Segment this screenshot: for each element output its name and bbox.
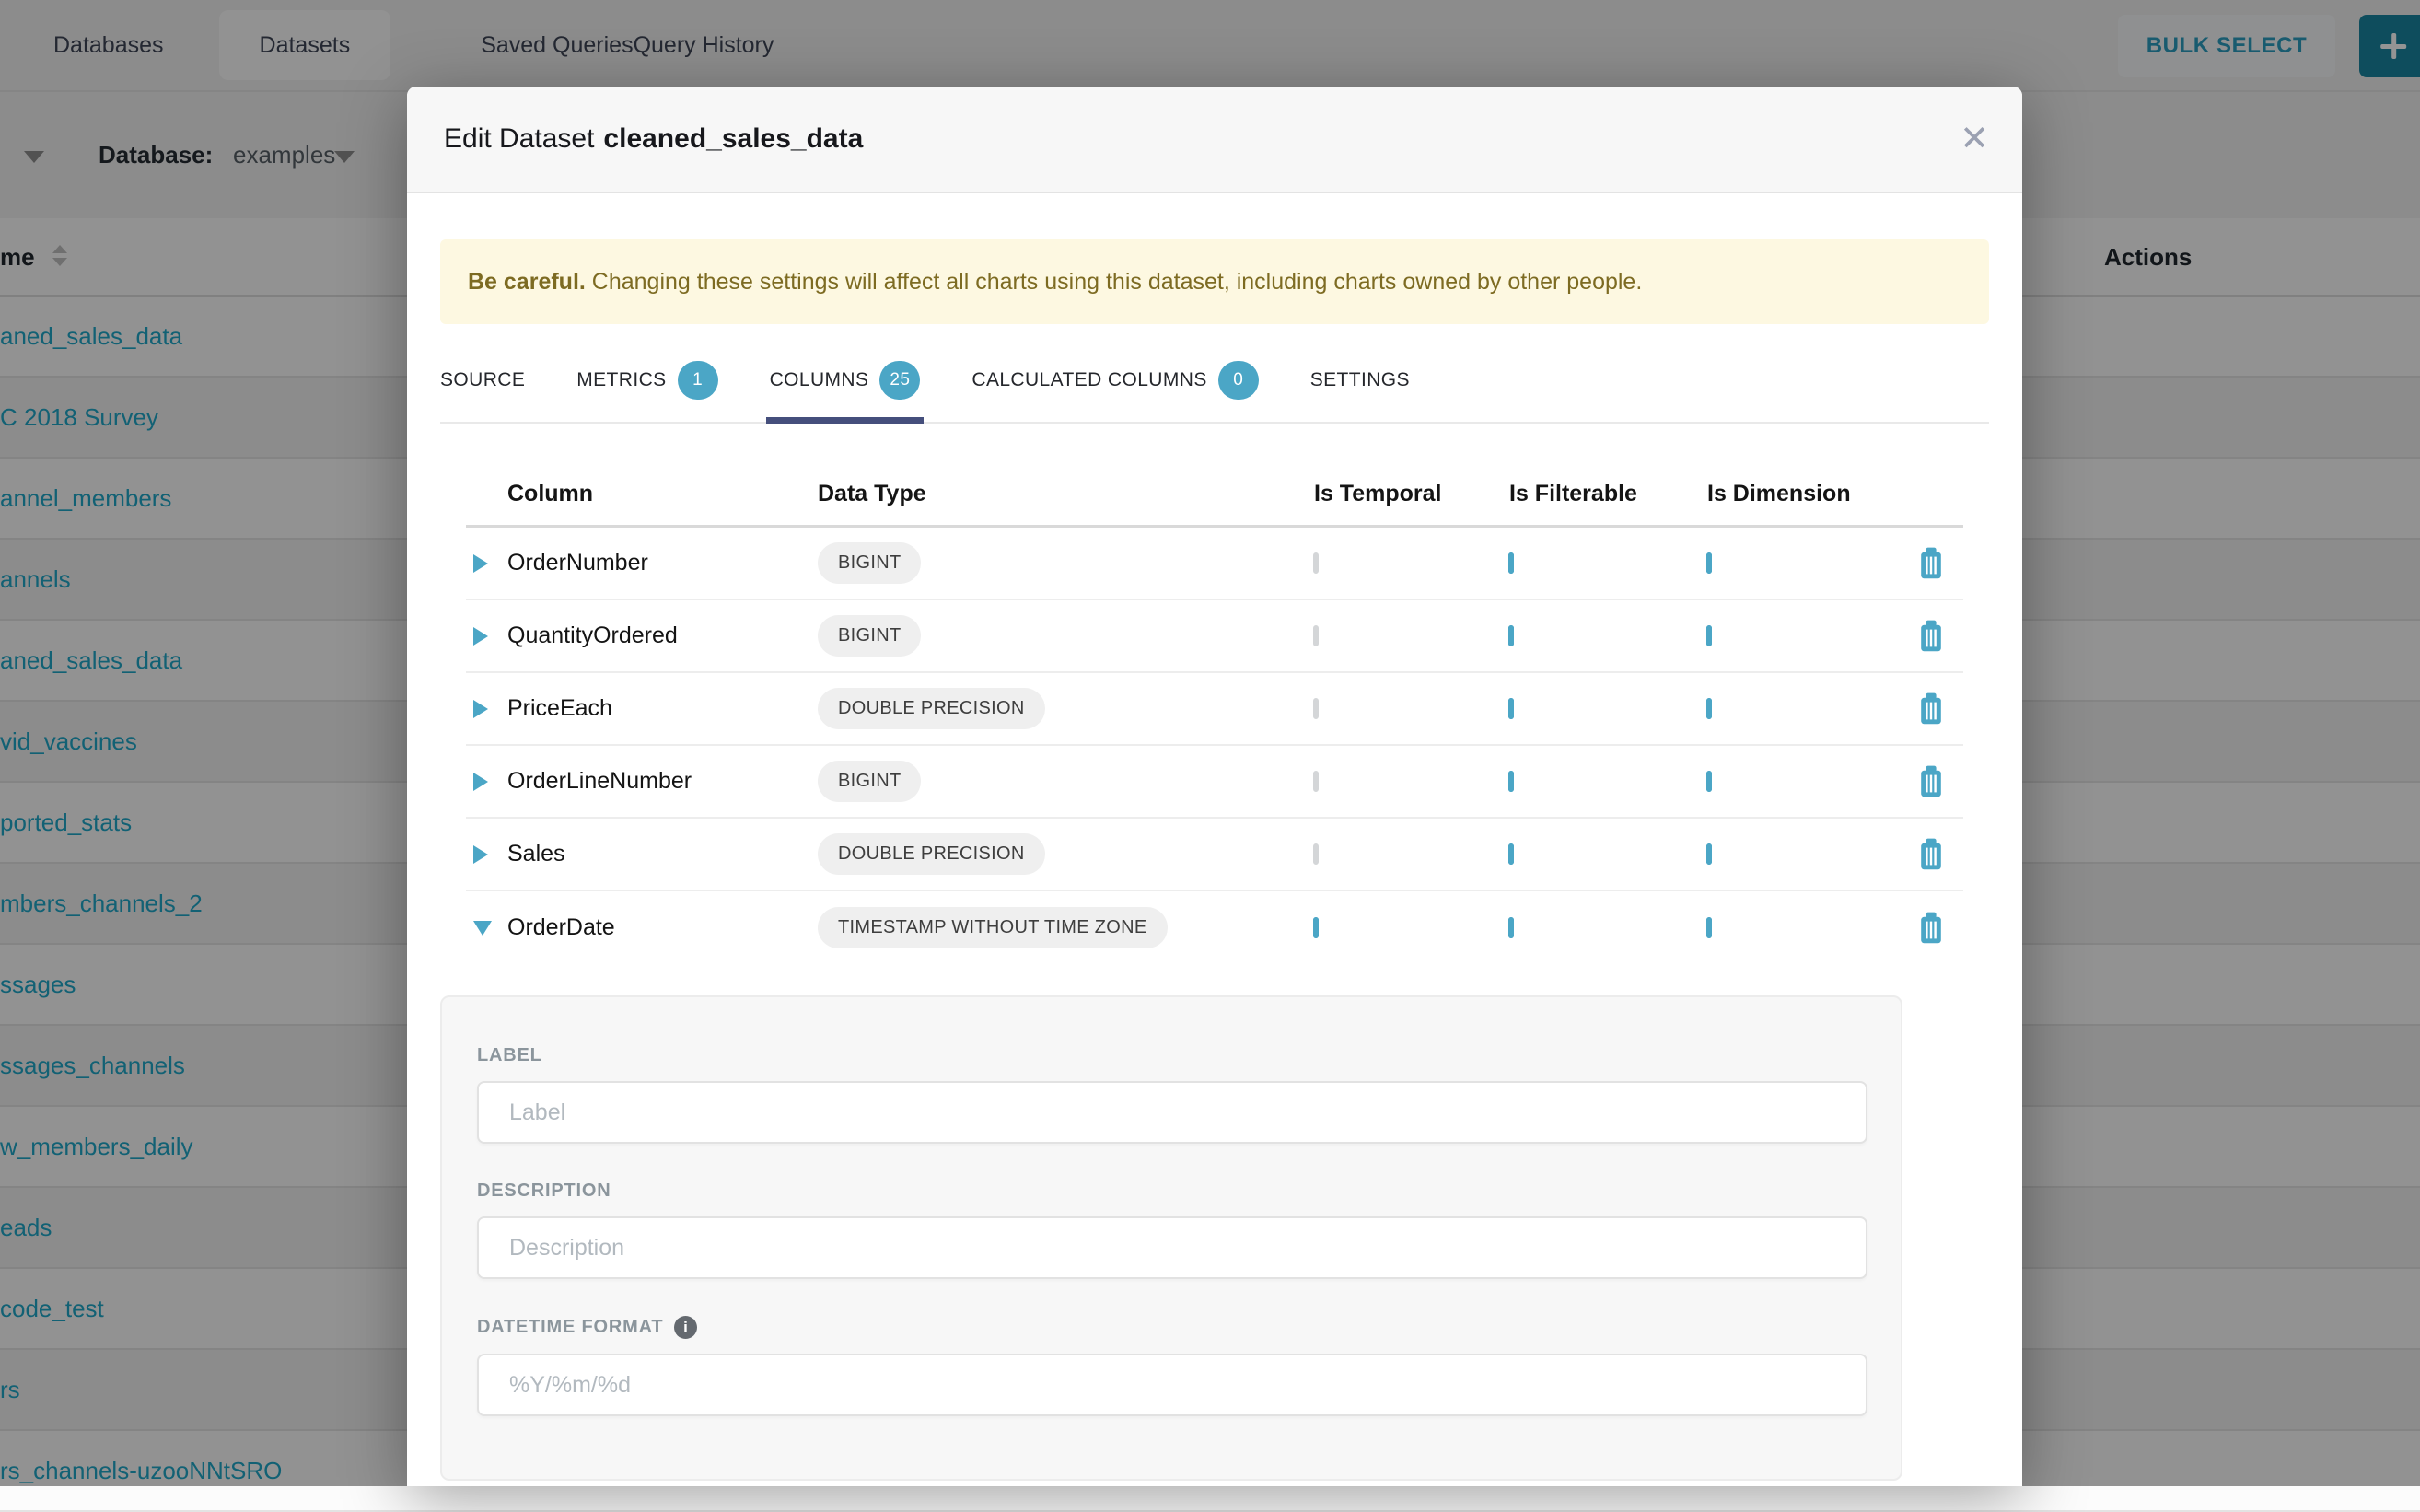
is-dimension-checkbox[interactable] <box>1706 552 1712 574</box>
modal-tabs: SOURCE METRICS 1 COLUMNS 25 CALCULATED C… <box>440 346 1989 424</box>
column-name: Sales <box>507 841 818 867</box>
modal-title-prefix: Edit Dataset <box>444 123 594 154</box>
expand-caret-icon[interactable] <box>473 773 488 791</box>
datetime-format-label-text: DATETIME FORMAT <box>477 1317 663 1338</box>
column-header: Column <box>507 481 818 507</box>
data-type-pill: TIMESTAMP WITHOUT TIME ZONE <box>818 907 1168 948</box>
expand-caret-icon[interactable] <box>473 921 492 936</box>
modal-header: Edit Dataset cleaned_sales_data ✕ <box>407 87 2022 193</box>
is-filterable-checkbox[interactable] <box>1508 771 1514 792</box>
column-name: OrderNumber <box>507 550 818 576</box>
is-temporal-checkbox[interactable] <box>1313 771 1319 792</box>
tab-count-badge: 0 <box>1218 361 1259 400</box>
is-temporal-checkbox[interactable] <box>1313 552 1319 574</box>
is-temporal-checkbox[interactable] <box>1313 698 1319 719</box>
is-temporal-checkbox[interactable] <box>1313 625 1319 646</box>
tab-count-badge: 1 <box>678 361 718 400</box>
warning-bold-text: Be careful. <box>468 269 586 295</box>
delete-column-icon[interactable] <box>1915 619 1947 654</box>
is-dimension-checkbox[interactable] <box>1706 625 1712 646</box>
columns-table-rows: OrderNumber BIGINT <box>466 528 1963 964</box>
data-type-pill: BIGINT <box>818 542 921 584</box>
delete-column-icon[interactable] <box>1915 837 1947 872</box>
data-type-pill: DOUBLE PRECISION <box>818 833 1045 875</box>
columns-table: Column Data Type Is Temporal Is Filterab… <box>466 462 1963 964</box>
description-field-label: DESCRIPTION <box>477 1181 1864 1202</box>
data-type-pill: DOUBLE PRECISION <box>818 688 1045 729</box>
description-field-label-text: DESCRIPTION <box>477 1181 611 1202</box>
modal-tab[interactable]: SETTINGS <box>1310 346 1410 422</box>
warning-text: Changing these settings will affect all … <box>586 269 1642 295</box>
label-input[interactable] <box>477 1081 1867 1144</box>
info-icon[interactable]: i <box>674 1316 697 1339</box>
tab-label: METRICS <box>576 369 666 391</box>
column-detail-panel: LABEL DESCRIPTION DATETIME FORMAT i <box>440 995 1902 1481</box>
tab-label: CALCULATED COLUMNS <box>971 369 1206 391</box>
modal-tab[interactable]: SOURCE <box>440 346 525 422</box>
is-filterable-header: Is Filterable <box>1494 481 1692 507</box>
modal-tab[interactable]: CALCULATED COLUMNS 0 <box>971 346 1258 422</box>
datetime-format-field-label: DATETIME FORMAT i <box>477 1316 1864 1339</box>
delete-column-icon[interactable] <box>1915 764 1947 799</box>
column-row: QuantityOrdered BIGINT <box>466 600 1963 673</box>
column-name: PriceEach <box>507 695 818 722</box>
delete-column-icon[interactable] <box>1915 546 1947 581</box>
is-dimension-checkbox[interactable] <box>1706 698 1712 719</box>
expand-caret-icon[interactable] <box>473 554 488 573</box>
column-name: OrderDate <box>507 914 818 941</box>
modal-dataset-name: cleaned_sales_data <box>603 123 863 154</box>
tab-label: COLUMNS <box>770 369 869 391</box>
modal-body: Be careful. Changing these settings will… <box>407 239 2022 1481</box>
warning-banner: Be careful. Changing these settings will… <box>440 239 1989 324</box>
columns-table-header: Column Data Type Is Temporal Is Filterab… <box>466 462 1963 528</box>
column-row: OrderDate TIMESTAMP WITHOUT TIME ZONE <box>466 891 1963 964</box>
tab-count-badge: 25 <box>879 361 920 400</box>
column-name: QuantityOrdered <box>507 622 818 649</box>
close-icon[interactable]: ✕ <box>1960 122 1989 157</box>
is-dimension-checkbox[interactable] <box>1706 917 1712 938</box>
expand-caret-icon[interactable] <box>473 627 488 646</box>
expand-caret-icon[interactable] <box>473 700 488 718</box>
label-field-label-text: LABEL <box>477 1045 542 1066</box>
is-filterable-checkbox[interactable] <box>1508 625 1514 646</box>
tab-label: SETTINGS <box>1310 369 1410 391</box>
expand-caret-icon[interactable] <box>473 845 488 864</box>
column-row: PriceEach DOUBLE PRECISION <box>466 673 1963 746</box>
is-dimension-checkbox[interactable] <box>1706 843 1712 865</box>
data-type-header: Data Type <box>818 481 1298 507</box>
column-row: OrderNumber BIGINT <box>466 528 1963 600</box>
label-field-label: LABEL <box>477 1045 1864 1066</box>
edit-dataset-modal: Edit Dataset cleaned_sales_data ✕ Be care… <box>407 87 2022 1486</box>
column-name: OrderLineNumber <box>507 768 818 795</box>
is-filterable-checkbox[interactable] <box>1508 552 1514 574</box>
is-temporal-checkbox[interactable] <box>1313 917 1319 938</box>
tab-label: SOURCE <box>440 369 525 391</box>
is-filterable-checkbox[interactable] <box>1508 917 1514 938</box>
is-temporal-checkbox[interactable] <box>1313 843 1319 865</box>
is-dimension-header: Is Dimension <box>1692 481 1890 507</box>
modal-tab[interactable]: COLUMNS 25 <box>770 346 921 422</box>
description-input[interactable] <box>477 1216 1867 1279</box>
delete-column-icon[interactable] <box>1915 911 1947 946</box>
data-type-pill: BIGINT <box>818 761 921 802</box>
delete-column-icon[interactable] <box>1915 692 1947 727</box>
modal-tab[interactable]: METRICS 1 <box>576 346 717 422</box>
is-filterable-checkbox[interactable] <box>1508 698 1514 719</box>
modal-title: Edit Dataset cleaned_sales_data <box>444 123 863 155</box>
column-row: Sales DOUBLE PRECISION <box>466 819 1963 891</box>
is-filterable-checkbox[interactable] <box>1508 843 1514 865</box>
data-type-pill: BIGINT <box>818 615 921 657</box>
is-temporal-header: Is Temporal <box>1298 481 1494 507</box>
is-dimension-checkbox[interactable] <box>1706 771 1712 792</box>
datetime-format-input[interactable] <box>477 1354 1867 1416</box>
column-row: OrderLineNumber BIGINT <box>466 746 1963 819</box>
